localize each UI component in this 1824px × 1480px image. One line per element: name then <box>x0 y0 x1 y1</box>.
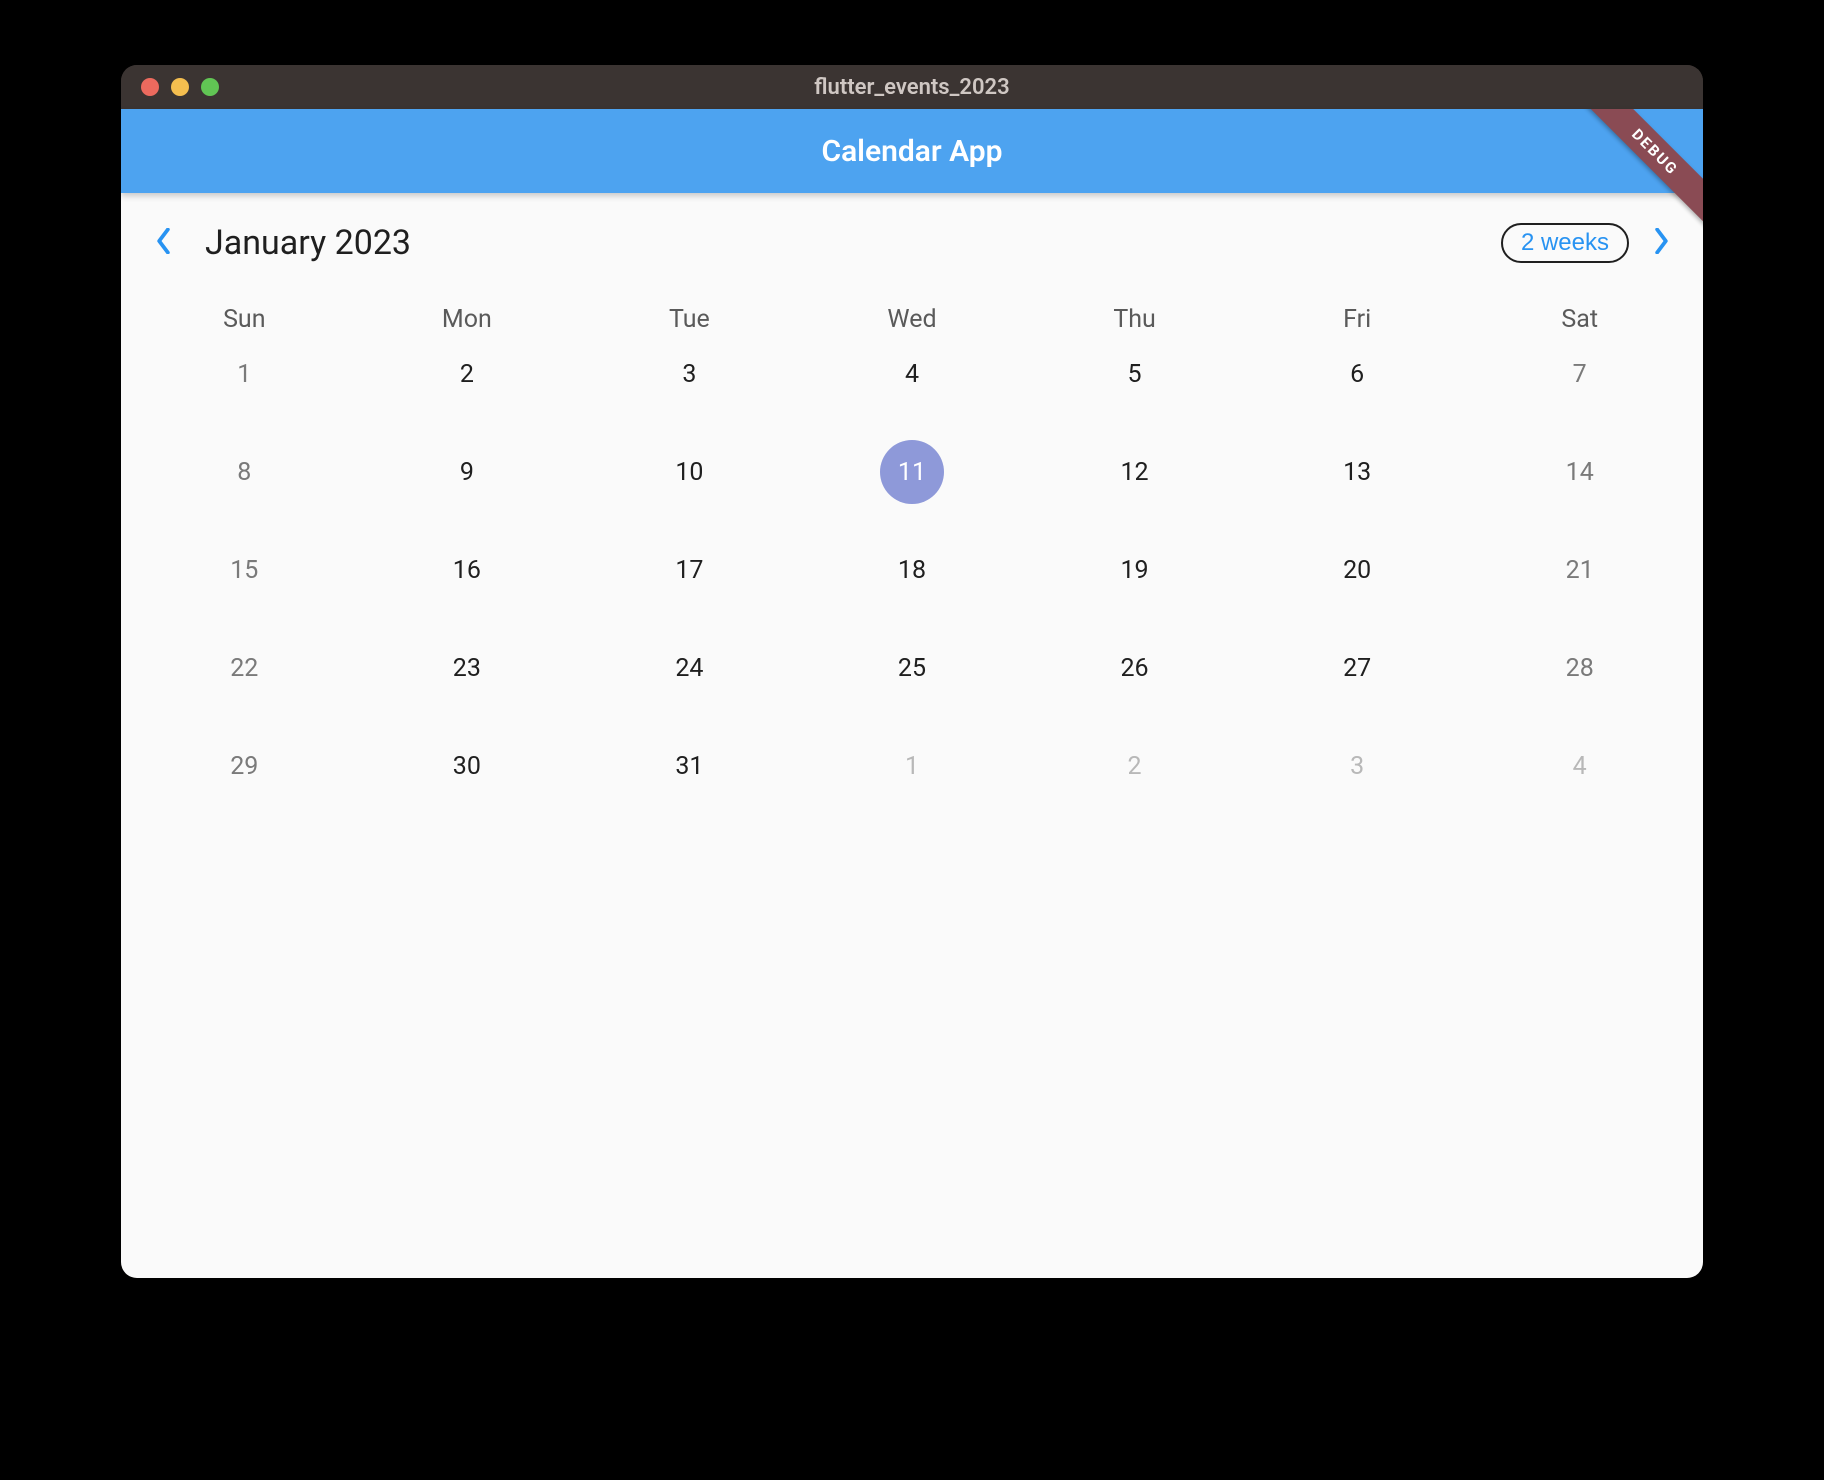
calendar-day-cell[interactable]: 6 <box>1246 334 1469 432</box>
calendar-day-number: 21 <box>1548 538 1612 602</box>
calendar-day-cell[interactable]: 3 <box>578 334 801 432</box>
day-of-week-label: Fri <box>1246 305 1469 334</box>
calendar-day-number: 8 <box>212 440 276 504</box>
appbar-title: Calendar App <box>821 134 1002 169</box>
calendar-day-cell[interactable]: 12 <box>1023 432 1246 530</box>
calendar-day-cell[interactable]: 9 <box>356 432 579 530</box>
calendar-day-number: 19 <box>1103 538 1167 602</box>
calendar-day-cell[interactable]: 20 <box>1246 530 1469 628</box>
window-zoom-button[interactable] <box>201 78 219 96</box>
calendar-day-number: 24 <box>657 636 721 700</box>
calendar-day-cell[interactable]: 19 <box>1023 530 1246 628</box>
calendar-day-cell[interactable]: 4 <box>801 334 1024 432</box>
traffic-lights <box>121 78 219 96</box>
calendar-day-number: 16 <box>435 538 499 602</box>
calendar-day-number: 18 <box>880 538 944 602</box>
calendar-day-number: 5 <box>1103 342 1167 406</box>
calendar-day-number: 6 <box>1325 342 1389 406</box>
calendar-day-number: 15 <box>212 538 276 602</box>
calendar-day-cell[interactable]: 13 <box>1246 432 1469 530</box>
calendar-header: January 2023 2 weeks <box>133 215 1691 271</box>
day-of-week-label: Wed <box>801 305 1024 334</box>
calendar-day-cell[interactable]: 15 <box>133 530 356 628</box>
calendar-day-cell[interactable]: 1 <box>801 726 1024 824</box>
calendar-day-cell[interactable]: 26 <box>1023 628 1246 726</box>
calendar-day-cell[interactable]: 1 <box>133 334 356 432</box>
calendar-day-number: 7 <box>1548 342 1612 406</box>
calendar-day-cell[interactable]: 7 <box>1468 334 1691 432</box>
calendar-day-number: 1 <box>880 734 944 798</box>
calendar-day-cell[interactable]: 28 <box>1468 628 1691 726</box>
calendar-day-cell[interactable]: 18 <box>801 530 1024 628</box>
calendar-day-number: 1 <box>212 342 276 406</box>
appbar: Calendar App <box>121 109 1703 193</box>
day-of-week-label: Tue <box>578 305 801 334</box>
calendar-format-button[interactable]: 2 weeks <box>1501 223 1629 263</box>
calendar-day-cell[interactable]: 5 <box>1023 334 1246 432</box>
calendar-day-cell[interactable]: 16 <box>356 530 579 628</box>
app-surface: Calendar App DEBUG January 2023 2 weeks <box>121 109 1703 1278</box>
calendar-day-cell[interactable]: 2 <box>1023 726 1246 824</box>
window-title: flutter_events_2023 <box>121 75 1703 100</box>
days-of-week-row: SunMonTueWedThuFriSat <box>133 305 1691 334</box>
calendar-day-number: 28 <box>1548 636 1612 700</box>
calendar-day-number: 14 <box>1548 440 1612 504</box>
calendar-day-number: 3 <box>657 342 721 406</box>
calendar-day-number: 10 <box>657 440 721 504</box>
calendar-day-number: 4 <box>1548 734 1612 798</box>
calendar-day-cell[interactable]: 11 <box>801 432 1024 530</box>
calendar-day-number: 25 <box>880 636 944 700</box>
day-of-week-label: Thu <box>1023 305 1246 334</box>
calendar-day-cell[interactable]: 30 <box>356 726 579 824</box>
window-minimize-button[interactable] <box>171 78 189 96</box>
calendar-day-cell[interactable]: 3 <box>1246 726 1469 824</box>
calendar-day-cell[interactable]: 25 <box>801 628 1024 726</box>
calendar-day-cell[interactable]: 2 <box>356 334 579 432</box>
calendar-day-number: 27 <box>1325 636 1389 700</box>
calendar-day-number: 31 <box>657 734 721 798</box>
titlebar: flutter_events_2023 <box>121 65 1703 109</box>
calendar: January 2023 2 weeks SunMonTueWedThuFriS… <box>121 193 1703 824</box>
day-of-week-label: Sun <box>133 305 356 334</box>
calendar-day-cell[interactable]: 27 <box>1246 628 1469 726</box>
month-label: January 2023 <box>205 223 411 263</box>
chevron-left-icon <box>156 228 171 258</box>
calendar-day-cell[interactable]: 14 <box>1468 432 1691 530</box>
calendar-day-cell[interactable]: 24 <box>578 628 801 726</box>
calendar-day-cell[interactable]: 8 <box>133 432 356 530</box>
chevron-right-icon <box>1654 228 1669 258</box>
calendar-day-number: 30 <box>435 734 499 798</box>
app-window: flutter_events_2023 Calendar App DEBUG J… <box>121 65 1703 1278</box>
calendar-day-number: 22 <box>212 636 276 700</box>
calendar-day-number: 20 <box>1325 538 1389 602</box>
calendar-day-number: 29 <box>212 734 276 798</box>
day-of-week-label: Sat <box>1468 305 1691 334</box>
calendar-day-number: 3 <box>1325 734 1389 798</box>
calendar-day-number: 4 <box>880 342 944 406</box>
calendar-day-cell[interactable]: 31 <box>578 726 801 824</box>
calendar-day-number: 23 <box>435 636 499 700</box>
calendar-grid: 1234567891011121314151617181920212223242… <box>133 334 1691 824</box>
calendar-day-cell[interactable]: 4 <box>1468 726 1691 824</box>
window-close-button[interactable] <box>141 78 159 96</box>
calendar-day-cell[interactable]: 17 <box>578 530 801 628</box>
next-month-button[interactable] <box>1637 228 1685 258</box>
prev-month-button[interactable] <box>139 228 187 258</box>
calendar-day-number: 17 <box>657 538 721 602</box>
calendar-day-cell[interactable]: 22 <box>133 628 356 726</box>
calendar-day-number: 9 <box>435 440 499 504</box>
calendar-day-number: 2 <box>1103 734 1167 798</box>
calendar-day-cell[interactable]: 10 <box>578 432 801 530</box>
calendar-day-number: 13 <box>1325 440 1389 504</box>
calendar-day-number: 12 <box>1103 440 1167 504</box>
calendar-day-number: 26 <box>1103 636 1167 700</box>
calendar-day-number: 2 <box>435 342 499 406</box>
calendar-day-cell[interactable]: 21 <box>1468 530 1691 628</box>
calendar-day-number-today: 11 <box>880 440 944 504</box>
calendar-day-cell[interactable]: 29 <box>133 726 356 824</box>
day-of-week-label: Mon <box>356 305 579 334</box>
calendar-day-cell[interactable]: 23 <box>356 628 579 726</box>
